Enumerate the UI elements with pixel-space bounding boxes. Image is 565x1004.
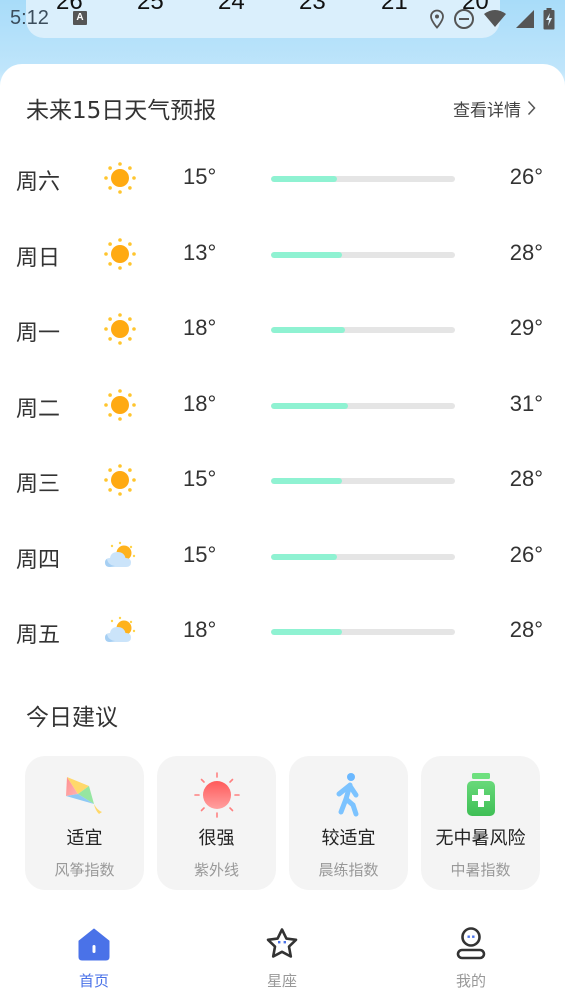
- temp-range-fill: [271, 251, 342, 258]
- tab-label: 星座: [266, 972, 297, 990]
- temp-range-bar: [271, 327, 455, 333]
- forecast-low: 18°: [183, 390, 217, 416]
- forecast-day: 周五: [16, 623, 61, 648]
- advice-card-uv[interactable]: 很强 紫外线: [157, 756, 276, 890]
- forecast-low: 15°: [183, 466, 217, 491]
- forecast-row[interactable]: 周六 15° 26°: [0, 142, 565, 218]
- status-time: 5:12: [10, 7, 49, 29]
- sun-uv-icon: [193, 772, 240, 818]
- forecast-row[interactable]: 周二 18° 31°: [0, 369, 565, 445]
- forecast-day: 周二: [16, 396, 61, 422]
- status-bar: 5:12 A: [0, 0, 565, 38]
- forecast-low: 15°: [183, 164, 217, 189]
- forecast-day: 周日: [16, 245, 61, 271]
- home-icon: [78, 928, 110, 961]
- forecast-low: 13°: [183, 239, 217, 265]
- tab-label: 首页: [78, 972, 109, 990]
- advice-title: 今日建议: [26, 705, 118, 731]
- temp-range-fill: [271, 629, 342, 635]
- temp-range-fill: [271, 553, 338, 560]
- chevron-right-icon: [527, 100, 536, 116]
- kite-icon: [65, 777, 102, 814]
- advice-label: 中暑指数: [450, 861, 511, 879]
- temp-range-fill: [271, 478, 342, 484]
- star-icon: [266, 928, 298, 958]
- view-details-link[interactable]: 查看详情: [453, 96, 536, 121]
- signal-icon: [516, 10, 534, 28]
- advice-value: 适宜: [66, 828, 103, 849]
- forecast-low: 18°: [183, 315, 217, 340]
- tab-profile[interactable]: 我的: [431, 926, 511, 996]
- profile-icon: [456, 927, 486, 960]
- sunny-icon: [103, 161, 137, 195]
- tab-label: 我的: [455, 972, 486, 990]
- temp-range-fill: [271, 176, 338, 182]
- forecast-list: 周六 15° 26° 周日 13° 28° 周一 18° 29° 周二 18° …: [0, 142, 565, 671]
- forecast-row[interactable]: 周五 18° 28°: [0, 595, 565, 671]
- forecast-high: 26°: [509, 541, 543, 567]
- advice-value: 较适宜: [321, 828, 376, 849]
- wifi-icon: [484, 10, 506, 27]
- forecast-high: 26°: [509, 164, 543, 189]
- temp-range-bar: [271, 176, 455, 182]
- advice-card-morning-exercise[interactable]: 较适宜 晨练指数: [289, 756, 408, 890]
- temp-range-bar: [271, 402, 455, 409]
- sunny-icon: [103, 237, 137, 271]
- battery-charging-icon: [543, 8, 555, 30]
- sunny-icon: [103, 388, 137, 422]
- sunny-icon: [103, 312, 137, 346]
- forecast-low: 18°: [183, 617, 217, 642]
- forecast-high: 28°: [509, 617, 543, 642]
- forecast-high: 29°: [509, 315, 543, 340]
- do-not-disturb-icon: [454, 9, 474, 29]
- location-icon: [430, 9, 444, 29]
- forecast-row[interactable]: 周四 15° 26°: [0, 520, 565, 596]
- advice-value: 无中暑风险: [435, 828, 526, 849]
- temp-range-bar: [271, 478, 455, 484]
- forecast-title: 未来15日天气预报: [26, 98, 217, 124]
- temp-range-bar: [271, 251, 455, 258]
- advice-label: 风筝指数: [54, 861, 115, 879]
- walking-person-icon: [336, 773, 358, 817]
- forecast-row[interactable]: 周一 18° 29°: [0, 293, 565, 369]
- forecast-row[interactable]: 周日 13° 28°: [0, 218, 565, 294]
- medicine-bottle-icon: [466, 773, 495, 816]
- forecast-day: 周三: [16, 472, 61, 497]
- forecast-high: 28°: [509, 239, 543, 265]
- forecast-day: 周四: [16, 547, 61, 573]
- advice-value: 很强: [198, 828, 235, 849]
- tab-constellation[interactable]: 星座: [242, 926, 322, 996]
- advice-card-heatstroke[interactable]: 无中暑风险 中暑指数: [421, 756, 540, 890]
- a-icon: A: [73, 11, 87, 25]
- tab-home[interactable]: 首页: [54, 926, 134, 996]
- advice-label: 晨练指数: [318, 861, 379, 879]
- sunny-icon: [103, 463, 137, 497]
- temp-range-fill: [271, 327, 345, 333]
- view-details-label: 查看详情: [453, 100, 521, 121]
- forecast-row[interactable]: 周三 15° 28°: [0, 444, 565, 520]
- forecast-day: 周六: [16, 170, 61, 195]
- advice-card-kite[interactable]: 适宜 风筝指数: [25, 756, 144, 890]
- bottom-tab-bar: 首页 星座 我的: [0, 918, 565, 1004]
- forecast-high: 31°: [509, 390, 543, 416]
- forecast-day: 周一: [16, 321, 61, 346]
- advice-cards: 适宜 风筝指数 很强 紫外线 较适宜 晨练指数 无中暑风险 中暑指数: [25, 756, 540, 890]
- temp-range-fill: [271, 402, 349, 409]
- forecast-low: 15°: [183, 541, 217, 567]
- partly-cloudy-icon: [103, 614, 137, 648]
- partly-cloudy-icon: [103, 539, 137, 573]
- forecast-header: 未来15日天气预报 查看详情: [26, 90, 536, 126]
- temp-range-bar: [271, 553, 455, 560]
- forecast-high: 28°: [509, 466, 543, 491]
- temp-range-bar: [271, 629, 455, 635]
- advice-label: 紫外线: [193, 861, 239, 879]
